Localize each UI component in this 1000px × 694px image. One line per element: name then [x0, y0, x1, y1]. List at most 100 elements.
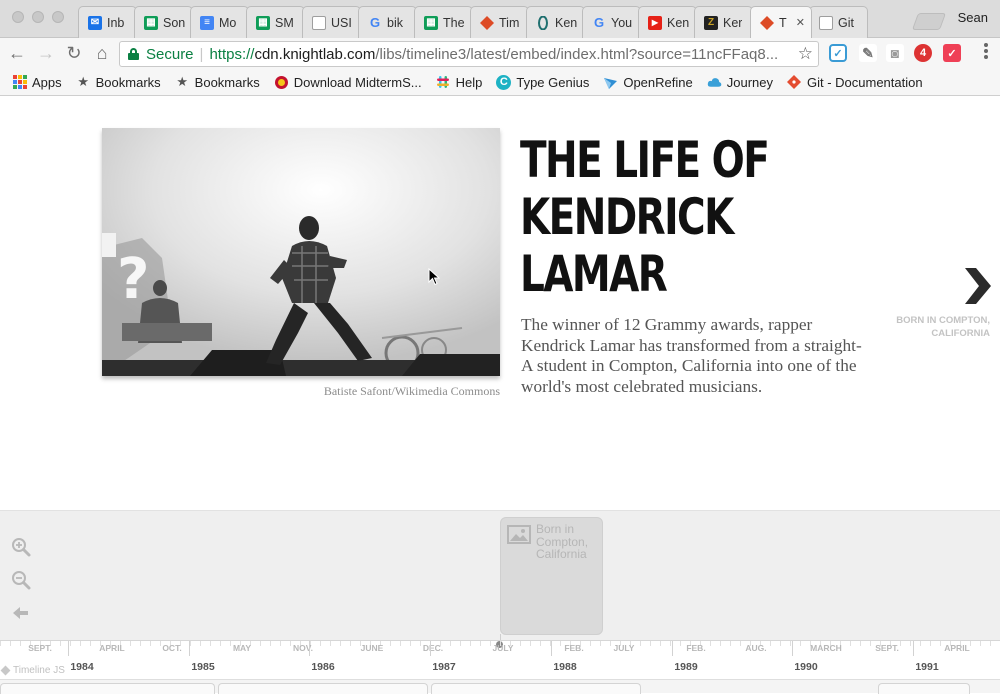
tab-sheets-3[interactable]: ▦ The [414, 6, 473, 38]
timelinejs-logo-icon [0, 665, 11, 676]
axis-year-label: 1988 [553, 661, 577, 673]
back-to-start-icon[interactable] [10, 602, 32, 624]
axis-minor-tick [330, 641, 331, 646]
timeline-marker[interactable]: Born in Compton, California [500, 517, 603, 642]
axis-minor-tick [140, 641, 141, 646]
tab-page-1[interactable]: USI [302, 6, 361, 38]
axis-minor-tick [910, 641, 911, 646]
maximize-window-button[interactable] [52, 11, 64, 23]
headline-line-3: LAMAR [520, 245, 668, 303]
axis-month-label: JULY [492, 643, 514, 653]
profile-name[interactable]: Sean [958, 10, 988, 25]
menu-icon[interactable] [984, 43, 988, 61]
axis-minor-tick [210, 641, 211, 646]
axis-year-line [913, 641, 914, 656]
bookmark-help[interactable]: Help [436, 75, 482, 90]
axis-minor-tick [490, 641, 491, 646]
close-tab-icon[interactable]: ✕ [796, 16, 805, 29]
camera-extension-icon[interactable]: ◙ [886, 44, 904, 62]
bookmark-journey[interactable]: Journey [707, 75, 773, 90]
bookmark-folder-1[interactable]: ★ Bookmarks [76, 74, 161, 90]
axis-minor-tick [930, 641, 931, 646]
axis-minor-tick [60, 641, 61, 646]
next-slide-arrow-icon[interactable] [962, 268, 992, 304]
axis-year-label: 1991 [915, 661, 939, 673]
axis-month-label: SEPT. [28, 643, 52, 653]
bookmark-star-icon[interactable]: ☆ [798, 44, 813, 64]
pocket-extension-icon[interactable]: ✓ [943, 44, 961, 62]
bookmark-type-genius[interactable]: C Type Genius [496, 74, 589, 90]
tab-timeline-active[interactable]: T ✕ [750, 6, 812, 38]
apps-icon [12, 75, 27, 90]
axis-minor-tick [600, 641, 601, 646]
zoom-in-icon[interactable] [10, 536, 32, 558]
forward-button[interactable]: → [36, 43, 56, 63]
address-bar[interactable]: Secure | https://cdn.knightlab.com/libs/… [119, 41, 819, 67]
home-button[interactable]: ⌂ [92, 43, 112, 63]
axis-year-line [551, 641, 552, 656]
axis-minor-tick [650, 641, 651, 646]
tab-google-2[interactable]: G You [582, 6, 641, 38]
axis-month-label: MAY [232, 643, 252, 653]
reload-button[interactable]: ↻ [64, 43, 84, 63]
bookmark-folder-2[interactable]: ★ Bookmarks [175, 74, 259, 90]
axis-month-label: AUG. [745, 643, 767, 653]
tab-youtube[interactable]: ▶ Ken [638, 6, 697, 38]
axis-month-label: FEB. [686, 643, 706, 653]
tab-docs[interactable]: ≡ Mo [190, 6, 249, 38]
tab-knightlab[interactable]: Ken [526, 6, 585, 38]
close-window-button[interactable] [12, 11, 24, 23]
axis-minor-tick [740, 641, 741, 646]
back-button[interactable]: ← [7, 43, 27, 63]
axis-minor-tick [870, 641, 871, 646]
url-scheme: https:// [209, 45, 255, 63]
axis-month-label: MARCH [810, 643, 842, 653]
axis-minor-tick [70, 641, 71, 646]
bookmark-label: Bookmarks [95, 74, 161, 90]
axis-minor-tick [850, 641, 851, 646]
new-tab-button[interactable] [911, 13, 947, 30]
shield-extension-icon[interactable]: ✓ [829, 44, 847, 62]
bookmark-git-docs[interactable]: Git - Documentation [787, 75, 923, 90]
axis-minor-tick [90, 641, 91, 646]
axis-minor-tick [560, 641, 561, 646]
axis-year-line [68, 641, 69, 656]
axis-minor-tick [10, 641, 11, 646]
time-axis: Timeline JS SEPT. APRIL OCT. MAY NOV. JUNE DEC… [0, 640, 1000, 679]
badge-extension-icon[interactable]: 4 [914, 44, 932, 62]
axis-month-label: JULY [613, 643, 635, 653]
tab-sheets-1[interactable]: ▦ Son [134, 6, 193, 38]
timelinejs-credit[interactable]: Timeline JS [0, 665, 65, 676]
tab-github[interactable]: Git [809, 6, 868, 38]
docs-icon: ≡ [200, 15, 214, 30]
bookmark-label: Git - Documentation [806, 74, 923, 90]
axis-minor-tick [190, 641, 191, 646]
photo-credit: Batiste Safont/Wikimedia Commons [323, 384, 500, 398]
terrapin-icon [274, 75, 289, 90]
tab-z[interactable]: Z Ker [694, 6, 753, 38]
axis-minor-tick [390, 641, 391, 646]
minimize-window-button[interactable] [32, 11, 44, 23]
tab-timeline-1[interactable]: Tim [470, 6, 529, 38]
axis-month-label: APRIL [99, 643, 125, 653]
zoom-out-icon[interactable] [10, 569, 32, 591]
timeline-navigation: Born in Compton, California [0, 510, 1000, 642]
bookmark-download-midterms[interactable]: Download MidtermS... [274, 75, 422, 90]
tab-google-1[interactable]: Gbik [358, 6, 417, 38]
lock-icon [128, 48, 139, 60]
axis-year-label: 1986 [311, 661, 335, 673]
tab-sheets-2[interactable]: ▦ SM [246, 6, 305, 38]
tab-inbox[interactable]: ✉ Inb [78, 6, 137, 38]
address-separator: | [199, 45, 204, 63]
axis-month-label: DEC. [422, 643, 444, 653]
axis-year-label: 1987 [432, 661, 456, 673]
next-slide-label[interactable]: BORN IN COMPTON, CALIFORNIA [895, 314, 990, 340]
axis-month-label: NOV. [292, 643, 314, 653]
bookmark-apps[interactable]: Apps [12, 75, 62, 90]
secure-label: Secure [146, 45, 194, 63]
eyedropper-extension-icon[interactable]: ✎ [859, 44, 877, 62]
axis-minor-tick [290, 641, 291, 646]
axis-minor-tick [320, 641, 321, 646]
google-icon: G [593, 15, 605, 30]
bookmark-openrefine[interactable]: OpenRefine [603, 75, 693, 90]
